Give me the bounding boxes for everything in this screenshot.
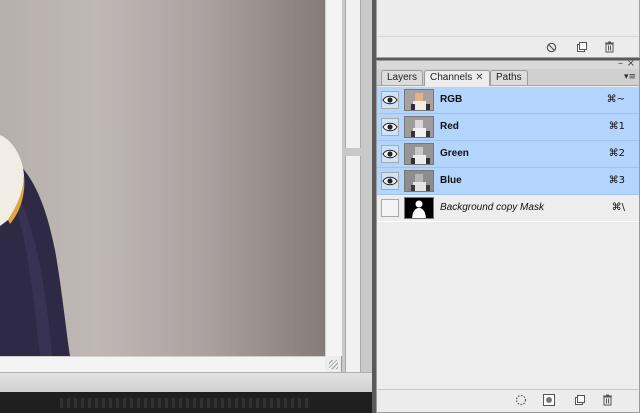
channel-name: Red — [440, 121, 459, 132]
secondary-window-edge-lower — [345, 156, 361, 372]
document-window — [0, 0, 342, 373]
top-panel-footer — [377, 36, 639, 57]
horizontal-scrollbar[interactable] — [0, 356, 325, 373]
green-thumb — [404, 143, 434, 165]
secondary-window-edge — [345, 0, 361, 148]
panel-tabs: Layers Channels ✕ Paths ▾≡ — [377, 69, 639, 86]
channel-shortcut: ⌘2 — [608, 148, 625, 159]
top-panel — [376, 0, 640, 58]
channel-shortcut: ⌘~ — [606, 94, 625, 105]
eye-icon — [382, 176, 398, 186]
tab-channels[interactable]: Channels ✕ — [424, 70, 490, 86]
tab-paths[interactable]: Paths — [490, 70, 528, 85]
channel-name: Green — [440, 148, 469, 159]
visibility-toggle[interactable] — [381, 172, 399, 190]
mask-thumb — [404, 197, 434, 219]
load-selection-icon[interactable] — [513, 393, 529, 407]
save-selection-icon[interactable] — [541, 393, 557, 407]
eye-icon — [382, 95, 398, 105]
panel-header: – × — [377, 58, 639, 69]
close-tab-icon[interactable]: ✕ — [475, 72, 483, 83]
channels-panel: – × Layers Channels ✕ Paths ▾≡ RGB ⌘~ Re… — [376, 58, 640, 413]
channel-shortcut: ⌘3 — [608, 175, 625, 186]
no-icon[interactable] — [543, 40, 559, 54]
eye-icon — [382, 122, 398, 132]
tab-label: Layers — [387, 72, 418, 83]
channel-shortcut: ⌘1 — [608, 121, 625, 132]
channel-row-blue[interactable]: Blue ⌘3 — [377, 168, 639, 195]
visibility-toggle[interactable] — [381, 118, 399, 136]
channel-row-green[interactable]: Green ⌘2 — [377, 141, 639, 168]
background-strip — [0, 392, 372, 413]
rgb-thumb — [404, 89, 434, 111]
red-thumb — [404, 116, 434, 138]
visibility-toggle[interactable] — [381, 199, 399, 217]
channel-row-red[interactable]: Red ⌘1 — [377, 114, 639, 141]
channels-footer — [377, 389, 639, 412]
document-canvas[interactable] — [0, 0, 325, 356]
channel-name: Blue — [440, 175, 462, 186]
trash-icon[interactable] — [601, 40, 617, 54]
tab-label: Paths — [496, 72, 522, 83]
blue-thumb — [404, 170, 434, 192]
panel-dock: – × Layers Channels ✕ Paths ▾≡ RGB ⌘~ Re… — [372, 0, 640, 413]
channel-row-mask[interactable]: Background copy Mask ⌘\ — [377, 195, 639, 222]
tab-layers[interactable]: Layers — [381, 70, 424, 85]
channel-name: RGB — [440, 94, 463, 105]
resize-grip[interactable] — [325, 356, 341, 372]
photo-image — [0, 0, 325, 356]
eye-icon — [382, 149, 398, 159]
channel-row-rgb[interactable]: RGB ⌘~ — [377, 87, 639, 114]
document-area — [0, 0, 372, 413]
panel-menu-icon[interactable]: ▾≡ — [624, 72, 636, 82]
trash-icon[interactable] — [599, 393, 615, 407]
tab-label: Channels — [430, 72, 473, 83]
channel-list: RGB ⌘~ Red ⌘1 Green ⌘2 Blue ⌘3 Backgroun… — [377, 87, 639, 222]
vertical-scrollbar[interactable] — [325, 0, 342, 356]
channel-shortcut: ⌘\ — [611, 202, 625, 213]
window-bottom-strip — [0, 372, 372, 393]
new-item-icon[interactable] — [573, 40, 589, 54]
visibility-toggle[interactable] — [381, 91, 399, 109]
channel-name: Background copy Mask — [440, 202, 544, 213]
new-channel-icon[interactable] — [571, 393, 587, 407]
visibility-toggle[interactable] — [381, 145, 399, 163]
